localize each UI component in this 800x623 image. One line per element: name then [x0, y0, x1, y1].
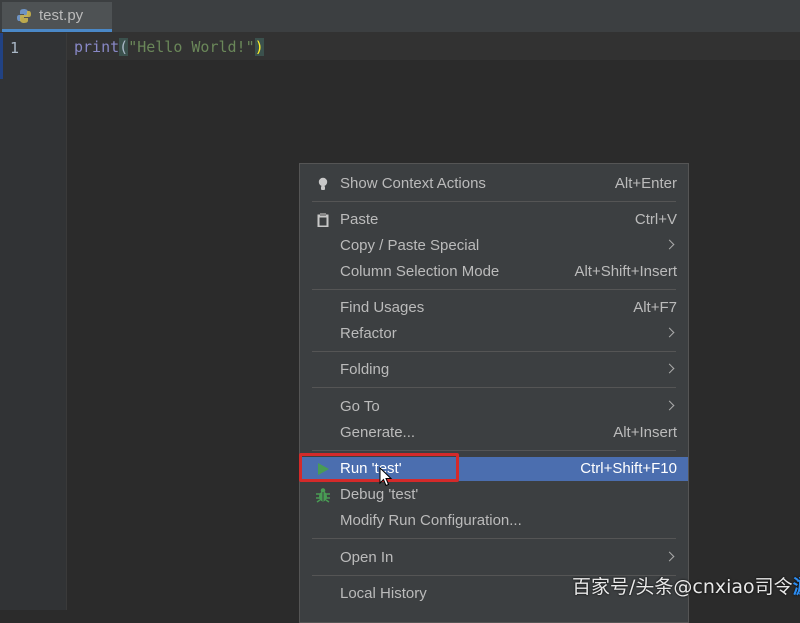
menu-item-folding[interactable]: Folding [300, 358, 688, 382]
menu-separator [312, 351, 676, 352]
chevron-right-icon [664, 400, 675, 411]
menu-item-find-usages[interactable]: Find Usages Alt+F7 [300, 296, 688, 320]
code-close-paren: ) [254, 38, 264, 56]
menu-item-debug-test[interactable]: Debug 'test' [300, 483, 688, 507]
debug-icon [315, 487, 331, 503]
menu-item-label: Show Context Actions [340, 175, 486, 192]
menu-item-label: Go To [340, 398, 380, 415]
code-open-paren: ( [119, 38, 129, 56]
menu-item-modify-run-configuration[interactable]: Modify Run Configuration... [300, 509, 688, 533]
menu-item-open-in[interactable]: Open In [300, 546, 688, 570]
menu-separator [312, 289, 676, 290]
watermark-text: 百家号/头条@cnxiao司令 [572, 576, 793, 598]
watermark-logo: 游戏 [793, 576, 800, 598]
menu-item-run-test[interactable]: Run 'test' Ctrl+Shift+F10 [299, 453, 688, 487]
menu-item-label: Modify Run Configuration... [340, 512, 522, 529]
menu-item-shortcut: Alt+Shift+Insert [574, 263, 677, 280]
menu-item-shortcut: Alt+Insert [613, 424, 677, 441]
menu-separator [312, 201, 676, 202]
code-function: print [74, 38, 120, 56]
context-menu: Show Context Actions Alt+Enter Paste Ctr… [299, 163, 689, 623]
menu-item-copy-paste-special[interactable]: Copy / Paste Special [300, 234, 688, 258]
chevron-right-icon [664, 363, 675, 374]
menu-item-label: Local History [340, 585, 427, 602]
watermark: 百家号/头条@cnxiao司令游戏 [572, 572, 800, 599]
menu-item-go-to[interactable]: Go To [300, 395, 688, 419]
menu-item-label: Open In [340, 549, 394, 566]
line-marker [0, 33, 3, 79]
code-line[interactable]: print("Hello World!") [74, 38, 264, 56]
lightbulb-icon [315, 176, 331, 192]
menu-item-paste[interactable]: Paste Ctrl+V [300, 208, 688, 232]
menu-item-column-selection-mode[interactable]: Column Selection Mode Alt+Shift+Insert [300, 260, 688, 284]
chevron-right-icon [664, 239, 675, 250]
menu-item-label: Find Usages [340, 299, 425, 316]
menu-separator [312, 387, 676, 388]
python-file-icon [16, 8, 32, 24]
menu-item-generate[interactable]: Generate... Alt+Insert [300, 421, 688, 445]
chevron-right-icon [664, 551, 675, 562]
menu-item-label: Folding [340, 361, 390, 378]
editor-tab-bar: test.py [0, 0, 800, 33]
menu-item-shortcut: Ctrl+V [634, 211, 677, 228]
menu-item-shortcut: Ctrl+Shift+F10 [580, 460, 677, 477]
menu-item-refactor[interactable]: Refactor [300, 322, 688, 346]
menu-separator [312, 538, 676, 539]
tab-test-py[interactable]: test.py [2, 2, 112, 32]
line-gutter [0, 33, 67, 610]
menu-item-shortcut: Alt+Enter [614, 175, 677, 192]
line-number: 1 [10, 39, 20, 57]
chevron-right-icon [664, 327, 675, 338]
clipboard-icon [315, 212, 331, 228]
menu-item-label: Generate... [340, 424, 416, 441]
menu-item-show-context-actions[interactable]: Show Context Actions Alt+Enter [300, 172, 688, 196]
menu-item-label: Column Selection Mode [340, 263, 500, 280]
menu-item-label: Paste [340, 211, 379, 228]
menu-separator [312, 450, 676, 451]
menu-item-label: Refactor [340, 325, 397, 342]
menu-item-shortcut: Alt+F7 [633, 299, 677, 316]
menu-item-label: Debug 'test' [340, 486, 419, 503]
tab-label: test.py [39, 7, 84, 24]
code-string: "Hello World!" [128, 38, 255, 56]
menu-item-label: Copy / Paste Special [340, 237, 480, 254]
